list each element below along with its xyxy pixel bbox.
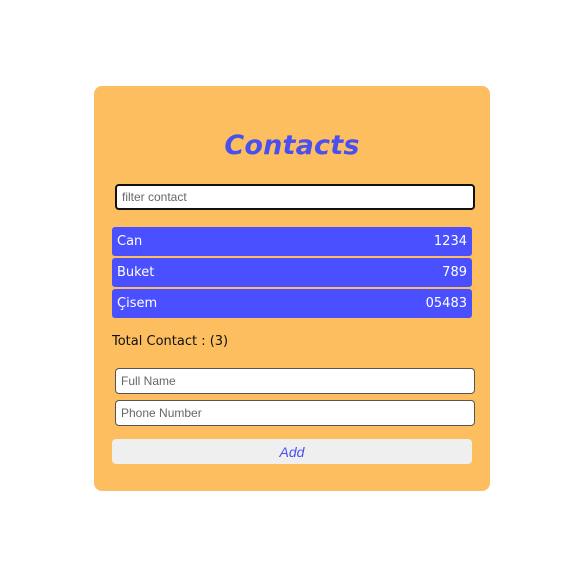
contact-row[interactable]: Buket 789 (112, 258, 472, 287)
add-button[interactable]: Add (112, 439, 472, 464)
full-name-input[interactable] (115, 368, 475, 394)
contact-name: Can (117, 234, 143, 249)
contact-row[interactable]: Can 1234 (112, 227, 472, 256)
total-contact-count: Total Contact : (3) (112, 334, 229, 349)
contact-name: Buket (117, 265, 155, 280)
contact-name: Çisem (117, 296, 158, 311)
page-title: Contacts (224, 130, 360, 161)
contact-list: Can 1234 Buket 789 Çisem 05483 (112, 227, 472, 320)
contact-phone: 05483 (425, 296, 467, 311)
contact-phone: 1234 (433, 234, 467, 249)
phone-number-input[interactable] (115, 400, 475, 426)
contact-row[interactable]: Çisem 05483 (112, 289, 472, 318)
contacts-card: Contacts Can 1234 Buket 789 Çisem 05483 … (94, 86, 490, 491)
contact-phone: 789 (442, 265, 467, 280)
filter-contact-input[interactable] (115, 184, 475, 210)
